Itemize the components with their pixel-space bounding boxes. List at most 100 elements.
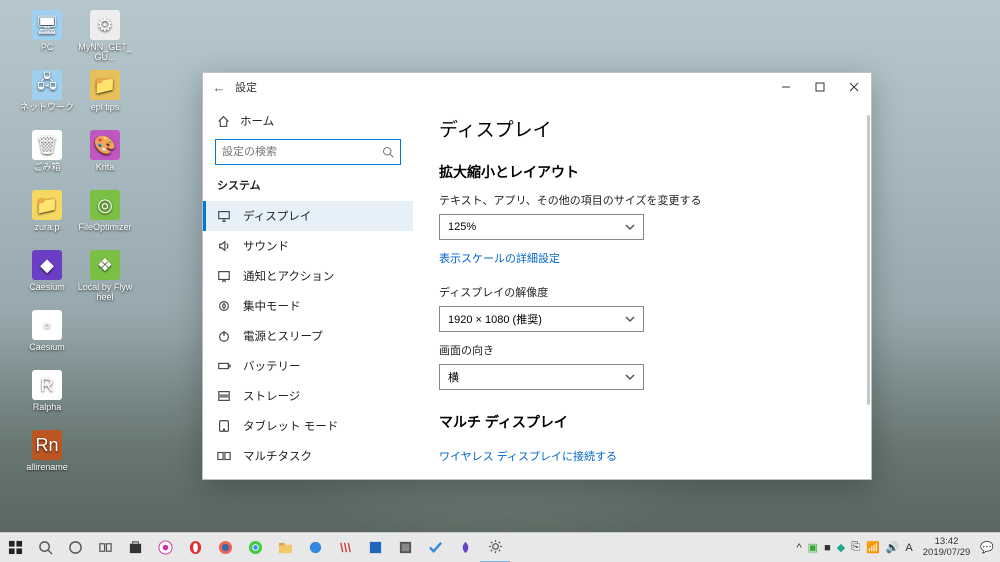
- taskbar-app-misc2[interactable]: [360, 533, 390, 562]
- sidebar-item-storage[interactable]: ストレージ: [203, 381, 413, 411]
- app-icon: ▫: [32, 310, 62, 340]
- desktop-icon[interactable]: 🎨 Krita: [76, 130, 134, 173]
- sidebar-item-label: 通知とアクション: [243, 268, 334, 284]
- icon-label: Local by Flywheel: [76, 283, 134, 303]
- scrollbar-thumb[interactable]: [867, 115, 870, 405]
- desktop-icon[interactable]: 🖥PC: [18, 10, 76, 53]
- desktop-icon[interactable]: 🗑ごみ箱: [18, 130, 76, 173]
- ime-icon[interactable]: A: [905, 542, 912, 554]
- icon-label: epl tips: [76, 103, 134, 113]
- app-icon: 🖧: [32, 70, 62, 100]
- battery-icon: [217, 359, 231, 373]
- chevron-down-icon: [625, 372, 635, 382]
- app-icon: 📁: [90, 70, 120, 100]
- desktop-icon[interactable]: ◎FileOptimizer: [76, 190, 134, 233]
- resolution-select[interactable]: 1920 × 1080 (推奨): [439, 306, 644, 332]
- settings-content[interactable]: ディスプレイ 拡大縮小とレイアウト テキスト、アプリ、その他の項目のサイズを変更…: [413, 101, 871, 479]
- resolution-label: ディスプレイの解像度: [439, 284, 843, 300]
- chevron-down-icon: [625, 222, 635, 232]
- taskbar-app-misc4[interactable]: [450, 533, 480, 562]
- app-icon: 🗑: [32, 130, 62, 160]
- home-button[interactable]: ホーム: [203, 109, 413, 139]
- taskbar-app-itunes[interactable]: [150, 533, 180, 562]
- chevron-down-icon: [625, 314, 635, 324]
- sidebar-item-tablet[interactable]: タブレット モード: [203, 411, 413, 441]
- scale-value: 125%: [448, 221, 476, 233]
- icon-label: FileOptimizer: [76, 223, 134, 233]
- desktop-icon[interactable]: ⚙MyNN_GET_GU...: [76, 10, 134, 63]
- tray-icon[interactable]: ◆: [837, 541, 845, 554]
- clock-date: 2019/07/29: [923, 548, 971, 559]
- section-scale-heading: 拡大縮小とレイアウト: [439, 162, 843, 182]
- search-button[interactable]: [30, 533, 60, 562]
- back-button[interactable]: ←: [203, 80, 235, 95]
- start-button[interactable]: [0, 533, 30, 562]
- app-icon: R: [32, 370, 62, 400]
- tray-icon[interactable]: ⎘: [851, 541, 860, 554]
- multitask-icon: [217, 449, 231, 463]
- cortana-button[interactable]: [60, 533, 90, 562]
- desktop-icon[interactable]: 🖧 ネットワーク: [18, 70, 76, 113]
- close-button[interactable]: [837, 73, 871, 101]
- taskbar-app-settings[interactable]: [480, 533, 510, 562]
- scale-select[interactable]: 125%: [439, 214, 644, 240]
- sidebar-item-label: タブレット モード: [243, 418, 338, 434]
- home-label: ホーム: [240, 113, 274, 129]
- taskbar-app-explorer[interactable]: [270, 533, 300, 562]
- desktop-icon[interactable]: 📁 epl tips: [76, 70, 134, 113]
- home-icon: [217, 115, 230, 128]
- sidebar-item-multitask[interactable]: マルチタスク: [203, 441, 413, 471]
- action-center-icon[interactable]: 💬: [980, 541, 994, 554]
- sound-icon: [217, 239, 231, 253]
- taskbar-app-misc3[interactable]: [390, 533, 420, 562]
- sidebar-item-power[interactable]: 電源とスリープ: [203, 321, 413, 351]
- settings-search[interactable]: [215, 139, 401, 165]
- sidebar-item-battery[interactable]: バッテリー: [203, 351, 413, 381]
- desktop-icon[interactable]: RRalpha: [18, 370, 76, 413]
- maximize-button[interactable]: [803, 73, 837, 101]
- taskbar-app-misc1[interactable]: [330, 533, 360, 562]
- volume-icon[interactable]: 🔊: [886, 541, 900, 554]
- storage-icon: [217, 389, 231, 403]
- wireless-display-link[interactable]: ワイヤレス ディスプレイに接続する: [439, 448, 617, 464]
- desktop[interactable]: 🖥PC⚙MyNN_GET_GU... 🖧 ネットワーク 📁 epl tips 🗑ごみ箱 🎨 K…: [0, 0, 1000, 562]
- sidebar-item-display[interactable]: ディスプレイ: [203, 201, 413, 231]
- taskbar-app-opera[interactable]: [180, 533, 210, 562]
- taskbar-app-todo[interactable]: [420, 533, 450, 562]
- sidebar-item-label: 電源とスリープ: [243, 328, 323, 344]
- sidebar-item-notify[interactable]: 通知とアクション: [203, 261, 413, 291]
- settings-window: ← 設定 ホーム システム ディスプレイサウンド通知とアクション集中モード電源と…: [202, 72, 872, 480]
- task-view-button[interactable]: [90, 533, 120, 562]
- orientation-select[interactable]: 横: [439, 364, 644, 390]
- icon-label: Caesium: [18, 343, 76, 353]
- icon-label: Krita: [76, 163, 134, 173]
- app-icon: ❖: [90, 250, 120, 280]
- taskbar-app-thunderbird[interactable]: [300, 533, 330, 562]
- tray-icon[interactable]: ▣: [808, 541, 818, 554]
- taskbar: ^ ▣ ■ ◆ ⎘ 📶 🔊 A 13:42 2019/07/29 💬: [0, 532, 1000, 562]
- tablet-icon: [217, 419, 231, 433]
- desktop-icon[interactable]: Rnallirename: [18, 430, 76, 473]
- sidebar-item-label: 集中モード: [243, 298, 301, 314]
- icon-label: ネットワーク: [18, 103, 76, 113]
- tray-icon[interactable]: ■: [824, 542, 831, 554]
- taskbar-app-store[interactable]: [120, 533, 150, 562]
- sidebar-item-label: サウンド: [243, 238, 289, 254]
- scale-advanced-link[interactable]: 表示スケールの詳細設定: [439, 250, 560, 266]
- window-title: 設定: [235, 79, 257, 95]
- desktop-icon[interactable]: ❖ Local by Flywheel: [76, 250, 134, 303]
- taskbar-app-chrome[interactable]: [240, 533, 270, 562]
- search-input[interactable]: [222, 146, 382, 158]
- tray-overflow-icon[interactable]: ^: [796, 542, 801, 554]
- taskbar-app-firefox[interactable]: [210, 533, 240, 562]
- app-icon: 🎨: [90, 130, 120, 160]
- sidebar-item-focus[interactable]: 集中モード: [203, 291, 413, 321]
- sidebar-item-sound[interactable]: サウンド: [203, 231, 413, 261]
- desktop-icon[interactable]: ◆Caesium: [18, 250, 76, 293]
- network-icon[interactable]: 📶: [866, 541, 880, 554]
- desktop-icon[interactable]: ▫ Caesium: [18, 310, 76, 353]
- minimize-button[interactable]: [769, 73, 803, 101]
- desktop-icon[interactable]: 📁zura.p: [18, 190, 76, 233]
- search-icon: [382, 146, 394, 158]
- taskbar-clock[interactable]: 13:42 2019/07/29: [919, 537, 975, 559]
